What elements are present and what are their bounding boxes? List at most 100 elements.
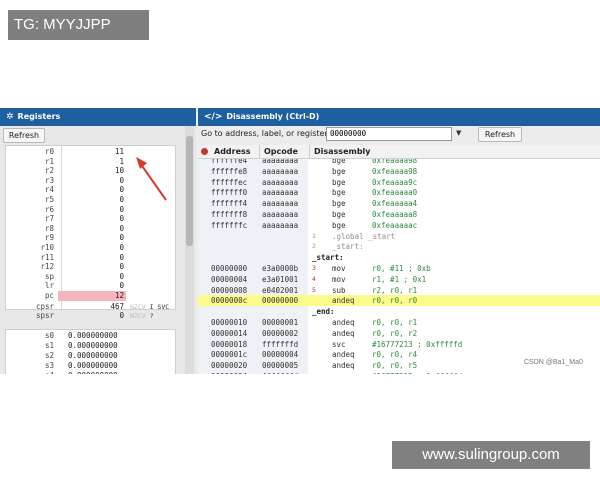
instruction-opcode: fffffffd — [262, 371, 298, 374]
operand-text: r0, r0, r2 — [372, 328, 418, 338]
instruction-opcode: aaaaaaaa — [262, 166, 299, 176]
annotation-arrow-icon — [136, 157, 167, 201]
source-line-row[interactable]: 1 .global _start — [198, 231, 600, 242]
operand-text: #16777213 — [372, 339, 413, 349]
disassembly-title: Disassembly (Ctrl-D) — [226, 112, 320, 121]
instruction-row[interactable]: 00000018 fffffffd svc #16777213 ; 0xfffffd — [198, 339, 600, 350]
instruction-address: fffffffc — [211, 220, 248, 230]
instruction-address: 0000001c — [211, 350, 248, 360]
instruction-address: ffffffec — [211, 177, 248, 187]
instruction-comment: ; 0xfffffd — [417, 339, 463, 349]
instruction-address: fffffff0 — [211, 188, 248, 198]
instruction-row[interactable]: fffffffc aaaaaaaa bge 0xfeaaaaac — [198, 220, 600, 231]
instruction-operands: 0xfeaaaa9c — [372, 177, 417, 188]
operand-text: r2, r0, r1 — [372, 285, 418, 295]
column-divider — [259, 145, 260, 158]
instruction-row[interactable]: 00000010 00000001 andeq r0, r0, r1 — [198, 317, 600, 328]
instruction-row[interactable]: fffffff0 aaaaaaaa bge 0xfeaaaaa0 — [198, 187, 600, 198]
instruction-mnemonic: svc — [332, 371, 346, 374]
source-line-row[interactable]: 2 _start: — [198, 241, 600, 252]
instruction-operands: 0xfeaaaaa8 — [372, 209, 417, 220]
instruction-operands: r0, r0, r4 — [372, 349, 417, 360]
source-text: .global _start — [332, 231, 396, 241]
instruction-comment: ; 0x1 — [403, 274, 427, 284]
instruction-address: 0000000c — [211, 296, 248, 306]
disassembly-column-header: Address Opcode Disassembly — [198, 145, 600, 159]
operand-text: 0xfeaaaaa0 — [372, 188, 418, 198]
instruction-row[interactable]: ffffffec aaaaaaaa bge 0xfeaaaa9c — [198, 177, 600, 188]
source-text: _start: — [332, 242, 364, 252]
breakpoint-icon[interactable] — [201, 148, 208, 155]
disassembly-refresh-button[interactable]: Refresh — [478, 127, 522, 142]
instruction-row[interactable]: 0000000c 00000000 andeq r0, r0, r0 — [198, 295, 600, 307]
operand-text: 0xfeaaaa98 — [372, 159, 418, 165]
operand-text: 0xfeaaaaa8 — [372, 210, 418, 219]
instruction-mnemonic: andeq — [332, 350, 355, 360]
instruction-row[interactable]: fffffff8 aaaaaaaa bge 0xfeaaaaa8 — [198, 209, 600, 220]
instruction-row[interactable]: 00000014 00000002 andeq r0, r0, r2 — [198, 328, 600, 339]
instruction-row[interactable]: 00000024 fffffffd svc #16777213 ; 0xfffffd — [198, 371, 600, 374]
instruction-mnemonic: svc — [332, 339, 346, 349]
instruction-comment: ; 0xfffffd — [417, 372, 462, 374]
instruction-operands: 0xfeaaaa98 — [372, 166, 417, 177]
instruction-operands: r0, r0, r5 — [372, 360, 417, 371]
instruction-row[interactable]: ffffffe8 aaaaaaaa bge 0xfeaaaa98 — [198, 166, 600, 177]
operand-text: 0xfeaaaaac — [372, 220, 418, 230]
column-address[interactable]: Address — [214, 145, 251, 158]
goto-input[interactable]: 00000000 — [326, 127, 452, 141]
instruction-operands: #16777213 ; 0xfffffd — [372, 339, 462, 350]
line-number: 2 — [312, 242, 316, 251]
line-number: 1 — [312, 231, 316, 240]
operand-text: 0xfeaaaa9c — [372, 177, 418, 187]
instruction-operands: r0, #11 ; 0xb — [372, 263, 431, 274]
instruction-opcode: aaaaaaaa — [262, 210, 299, 219]
instruction-opcode: e0402001 — [262, 285, 299, 295]
column-disassembly[interactable]: Disassembly — [314, 145, 371, 158]
instruction-opcode: 00000002 — [262, 328, 299, 338]
instruction-row[interactable]: fffffff4 aaaaaaaa bge 0xfeaaaaa4 — [198, 198, 600, 209]
instruction-row[interactable]: 00000000 e3a0000b 3 mov r0, #11 ; 0xb — [198, 263, 600, 274]
instruction-mnemonic: bge — [332, 199, 346, 209]
instruction-address: 00000010 — [211, 318, 248, 327]
instruction-comment: ; 0xb — [408, 264, 431, 273]
instruction-address: 00000018 — [211, 339, 248, 349]
instruction-row[interactable]: 00000008 e0402001 5 sub r2, r0, r1 — [198, 285, 600, 296]
instruction-address: 00000024 — [211, 371, 247, 374]
instruction-address: ffffffe8 — [211, 166, 248, 176]
instruction-row[interactable]: 00000004 e3a01001 4 mov r1, #1 ; 0x1 — [198, 274, 600, 285]
operand-text: r0, r0, r1 — [372, 318, 418, 327]
instruction-opcode: 00000001 — [262, 318, 299, 327]
operand-text: r1, #1 — [372, 274, 400, 284]
instruction-operands: #16777213 ; 0xfffffd — [372, 371, 462, 374]
code-icon: </> — [204, 112, 223, 122]
instruction-opcode: 00000005 — [262, 361, 299, 371]
operand-text: r0, #11 — [372, 264, 404, 273]
chevron-down-icon[interactable]: ▼ — [456, 129, 461, 137]
instruction-mnemonic: mov — [332, 264, 346, 273]
instruction-mnemonic: andeq — [332, 328, 355, 338]
instruction-mnemonic: bge — [332, 166, 346, 176]
line-number: 3 — [312, 264, 316, 272]
instruction-mnemonic: andeq — [332, 361, 355, 371]
instruction-operands: r0, r0, r2 — [372, 328, 417, 339]
watermark-bottom: www.sulingroup.com — [392, 441, 590, 469]
disassembly-header: </> Disassembly (Ctrl-D) — [198, 108, 600, 126]
instruction-operands: 0xfeaaaaa4 — [372, 198, 417, 209]
instruction-operands: r0, r0, r0 — [372, 295, 417, 306]
operand-text: r0, r0, r4 — [372, 350, 418, 360]
instruction-address: fffffff4 — [211, 199, 248, 209]
label-row[interactable]: _end: — [198, 306, 600, 317]
instruction-opcode: 00000000 — [262, 296, 299, 306]
instruction-mnemonic: andeq — [332, 318, 355, 327]
instruction-opcode: e3a0000b — [262, 264, 299, 273]
debugger-window: ✲ Registers Refresh r0 11 r1 1 r2 10 r3 0 r4 0 r5 0 r… — [0, 108, 600, 374]
operand-text: r0, r0, r0 — [372, 296, 418, 306]
label-row[interactable]: _start: — [198, 252, 600, 263]
instruction-address: 00000014 — [211, 328, 248, 338]
goto-label: Go to address, label, or register: — [201, 129, 331, 138]
column-opcode[interactable]: Opcode — [264, 145, 298, 158]
instruction-address: fffffff8 — [211, 210, 248, 219]
instruction-address: 00000004 — [211, 274, 248, 284]
instruction-mnemonic: andeq — [332, 296, 355, 306]
instruction-operands: 0xfeaaaaac — [372, 220, 417, 231]
